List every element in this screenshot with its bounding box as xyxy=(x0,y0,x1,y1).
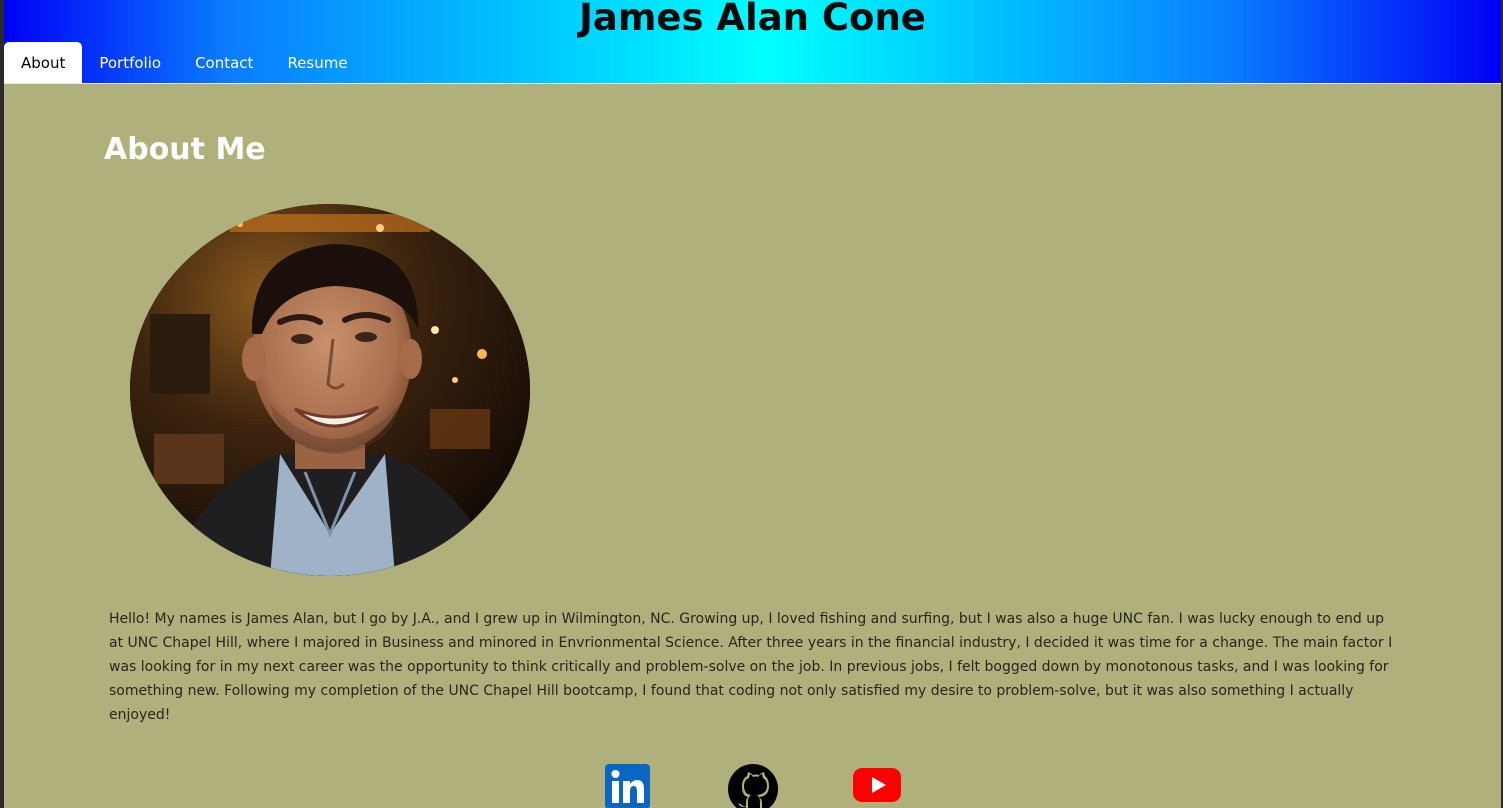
tab-portfolio[interactable]: Portfolio xyxy=(82,42,178,83)
youtube-icon xyxy=(853,768,901,802)
social-links xyxy=(4,758,1501,808)
tab-about[interactable]: About xyxy=(4,42,83,83)
youtube-link[interactable] xyxy=(853,764,901,806)
site-header: James Alan Cone About Portfolio Contact … xyxy=(4,0,1501,84)
github-link[interactable] xyxy=(728,764,778,808)
about-heading: About Me xyxy=(104,132,266,167)
tab-resume[interactable]: Resume xyxy=(270,42,364,83)
linkedin-link[interactable] xyxy=(605,764,650,808)
profile-photo xyxy=(130,204,530,576)
page: James Alan Cone About Portfolio Contact … xyxy=(4,0,1501,808)
nav-tabs: About Portfolio Contact Resume xyxy=(4,42,365,83)
profile-photo-drawing xyxy=(130,204,530,576)
linkedin-icon xyxy=(605,764,650,808)
tab-contact[interactable]: Contact xyxy=(178,42,270,83)
bio-text: Hello! My names is James Alan, but I go … xyxy=(109,611,1393,723)
github-icon xyxy=(728,764,778,808)
site-title: James Alan Cone xyxy=(579,0,926,39)
